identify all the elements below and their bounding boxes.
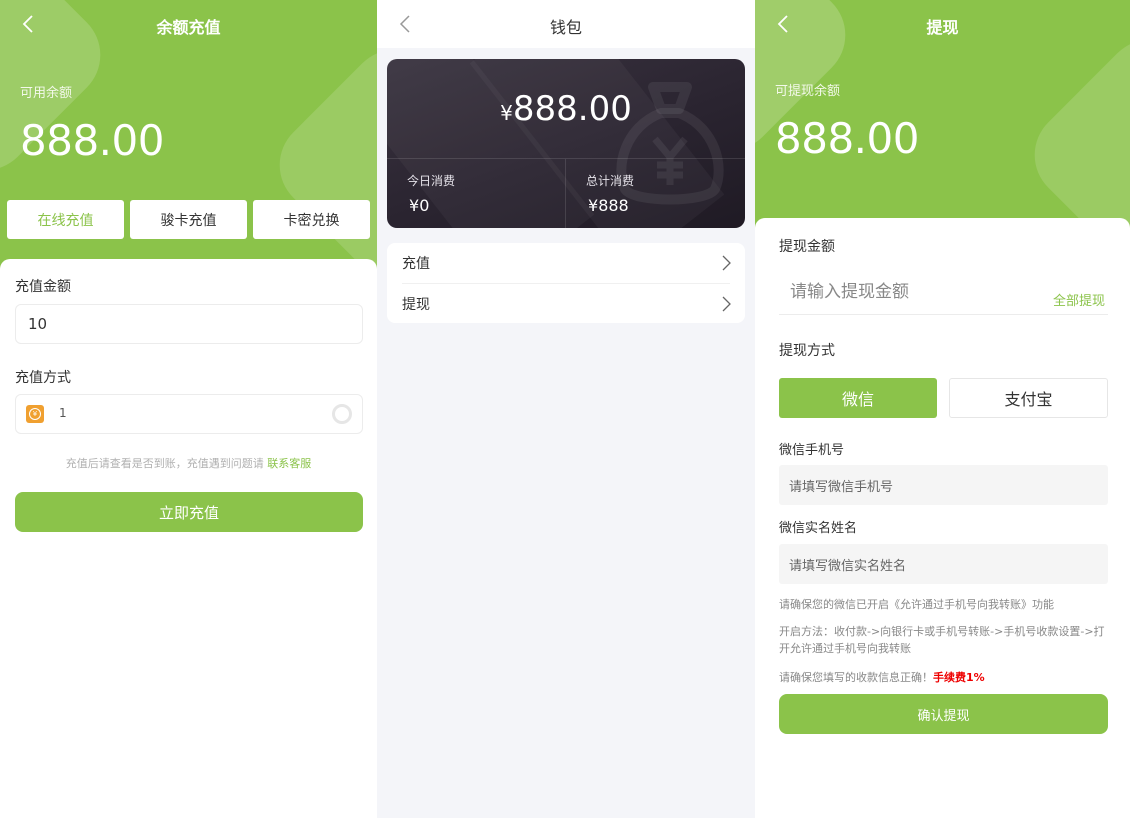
- withdraw-header: 提现 可提现余额 888.00: [755, 0, 1130, 240]
- recharge-form: 充值金额 10 充值方式 ¥ 1: [0, 259, 377, 818]
- method-wechat-button[interactable]: 微信: [779, 378, 937, 418]
- withdraw-all-button[interactable]: 全部提现: [1053, 290, 1105, 309]
- wechat-phone-label: 微信手机号: [779, 443, 845, 458]
- wechat-setup-instructions: 开启方法：收付款->向银行卡或手机号转账->手机号收款设置->打开允许通过手机号…: [779, 625, 1105, 655]
- header-decoration: [1015, 20, 1130, 240]
- wallet-balance-value: 888.00: [512, 89, 632, 129]
- hint-text: 充值后请查看是否到账，充值遇到问题请: [65, 457, 264, 470]
- method-option-label: 1: [59, 406, 67, 420]
- recharge-screen: 余额充值 可用余额 888.00 在线充值 骏卡充值 卡密兑换 充值金额 10 …: [0, 0, 377, 818]
- menu-item-withdraw[interactable]: 提现: [387, 284, 745, 324]
- contact-support-link[interactable]: 联系客服: [267, 457, 311, 470]
- method-label: 充值方式: [15, 370, 71, 386]
- page-title: 钱包: [549, 18, 582, 37]
- page-title: 余额充值: [156, 18, 221, 37]
- menu-item-recharge[interactable]: 充值: [387, 243, 745, 283]
- wallet-screen: 钱包 ¥888.00 今日消费 ¥0 总计消费 ¥888 充值 提现: [377, 0, 755, 818]
- fee-text: 手续费1%: [933, 671, 985, 684]
- wechat-phone-placeholder: 请填写微信手机号: [789, 480, 894, 495]
- withdraw-amount-label: 提现金额: [779, 239, 835, 255]
- recharge-hint: 充值后请查看是否到账，充值遇到问题请 联系客服: [0, 455, 377, 471]
- wallet-balance: ¥888.00: [387, 89, 745, 129]
- menu-item-label: 充值: [402, 256, 430, 272]
- today-spend-label: 今日消费: [407, 174, 456, 188]
- amount-input[interactable]: 10: [15, 304, 363, 344]
- chevron-right-icon: [722, 255, 731, 271]
- withdraw-submit-button[interactable]: 确认提现: [779, 694, 1108, 734]
- wechat-name-input[interactable]: 请填写微信实名姓名: [779, 544, 1108, 584]
- wallet-card: ¥888.00 今日消费 ¥0 总计消费 ¥888: [387, 59, 745, 228]
- total-spend-label: 总计消费: [586, 174, 635, 188]
- withdraw-amount-placeholder: 请输入提现金额: [790, 282, 909, 302]
- wallet-navbar: 钱包: [377, 0, 755, 48]
- card-divider: [565, 159, 566, 228]
- menu-item-label: 提现: [402, 297, 430, 313]
- wechat-name-label: 微信实名姓名: [779, 521, 858, 536]
- card-divider: [387, 158, 745, 159]
- recharge-header: 余额充值 可用余额 888.00 在线充值 骏卡充值 卡密兑换: [0, 0, 377, 300]
- wechat-name-placeholder: 请填写微信实名姓名: [789, 559, 907, 574]
- withdraw-screen: 提现 可提现余额 888.00 提现金额 请输入提现金额 全部提现 提现方式 微…: [755, 0, 1130, 818]
- radio-button[interactable]: [332, 404, 352, 424]
- total-spend-value: ¥888: [588, 196, 629, 215]
- recharge-tabs: 在线充值 骏卡充值 卡密兑换: [7, 200, 370, 239]
- balance-label: 可用余额: [20, 86, 73, 101]
- withdrawable-balance-label: 可提现余额: [775, 84, 841, 99]
- wechat-notice: 请确保您的微信已开启《允许通过手机号向我转账》功能: [779, 598, 1054, 611]
- confirm-info-notice: 请确保您填写的收款信息正确！手续费1%: [779, 669, 1111, 686]
- chevron-right-icon: [722, 296, 731, 312]
- method-alipay-button[interactable]: 支付宝: [949, 378, 1108, 418]
- tab-junka-recharge[interactable]: 骏卡充值: [130, 200, 247, 239]
- today-spend-value: ¥0: [409, 196, 430, 215]
- amount-value: 10: [28, 315, 48, 333]
- withdraw-amount-input[interactable]: 请输入提现金额 全部提现: [779, 275, 1108, 315]
- currency-symbol: ¥: [500, 101, 513, 125]
- confirm-info-text: 请确保您填写的收款信息正确！: [779, 671, 933, 684]
- withdraw-method-label: 提现方式: [779, 343, 835, 359]
- amount-label: 充值金额: [15, 279, 71, 295]
- tab-online-recharge[interactable]: 在线充值: [7, 200, 124, 239]
- coin-icon: ¥: [26, 405, 44, 423]
- balance-value: 888.00: [20, 116, 164, 165]
- wallet-menu: 充值 提现: [387, 243, 745, 323]
- method-option[interactable]: ¥ 1: [15, 394, 363, 434]
- page-title: 提现: [926, 18, 959, 37]
- withdrawable-balance-value: 888.00: [775, 114, 919, 163]
- tab-card-redeem[interactable]: 卡密兑换: [253, 200, 370, 239]
- recharge-submit-button[interactable]: 立即充值: [15, 492, 363, 532]
- wechat-phone-input[interactable]: 请填写微信手机号: [779, 465, 1108, 505]
